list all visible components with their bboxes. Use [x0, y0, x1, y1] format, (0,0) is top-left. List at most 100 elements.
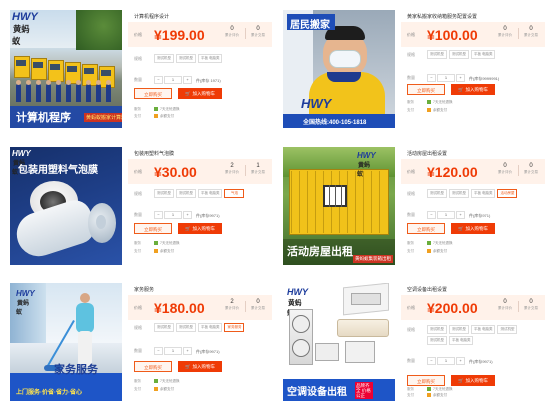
service-label: 服务 [407, 241, 414, 245]
product-card: 居民搬家 HWY黄蚂蚁 全国热线:400-105-1818 黄家私搬家收纳箱服务… [283, 10, 545, 130]
spec-label: 规格 [407, 52, 415, 57]
add-to-cart-button[interactable]: 🛒 加入购物车 [178, 361, 222, 372]
plus-button[interactable]: + [456, 357, 465, 365]
minus-button[interactable]: − [154, 211, 163, 219]
product-card: HWY黄蚂蚁 活动房屋出租 黄蚂蚁集装箱出租 活动房屋出租设置 价格 ¥120.… [283, 147, 545, 267]
buy-now-button[interactable]: 立即购买 [134, 223, 172, 234]
minus-button[interactable]: − [154, 347, 163, 355]
spec-option[interactable]: 测试机型 [449, 50, 469, 59]
spec-option[interactable]: 测试机型 [176, 54, 196, 63]
spec-option[interactable]: 平板 电脑类 [198, 323, 223, 332]
plus-button[interactable]: + [183, 76, 192, 84]
spec-option[interactable]: 测试机型 [154, 323, 174, 332]
spec-options: 测试机型 测试机型 平板 电脑类 测试机型测试机型 平板 电脑类 [427, 325, 537, 347]
add-to-cart-button[interactable]: 🛒 加入购物车 [178, 223, 222, 234]
spec-options: 测试机型 测试机型 平板 电脑类 [427, 50, 537, 61]
spec-option[interactable]: 家务服务 [224, 323, 245, 332]
price-bar: 价格 ¥199.00 0 累计评价 0 累计交易 [128, 22, 272, 47]
buy-now-button[interactable]: 立即购买 [134, 88, 172, 99]
spec-option[interactable]: 活动房屋 [497, 189, 518, 198]
quantity-input[interactable]: 1 [437, 357, 455, 365]
product-banner[interactable]: HWY黄蚂蚁 家务服务 上门服务·价省·省力·省心 [10, 283, 122, 401]
product-title[interactable]: 计算机程序设计 [134, 13, 169, 20]
product-card: HWY黄蚂蚁 包装用塑料气泡膜 包装用塑料气泡膜 价格 ¥30.00 2 累计评价… [10, 147, 272, 267]
add-to-cart-button[interactable]: 🛒 加入购物车 [178, 88, 222, 99]
pay-text: 余额支付 [433, 108, 447, 112]
service-icon [154, 379, 158, 383]
pay-label: 支付 [134, 249, 141, 253]
price-label: 价格 [407, 169, 415, 174]
quantity-input[interactable]: 1 [164, 211, 182, 219]
price-label: 价格 [134, 32, 142, 37]
rating-count: 2 累计评价 [225, 299, 239, 310]
add-to-cart-button[interactable]: 🛒 加入购物车 [451, 375, 495, 386]
spec-option[interactable]: 测试机型 [449, 189, 469, 198]
banner-title: 居民搬家 [290, 20, 330, 31]
price-value: ¥200.00 [427, 300, 478, 316]
buy-now-button[interactable]: 立即购买 [407, 84, 445, 95]
spec-option[interactable]: 测试机型 [154, 54, 174, 63]
stock-text: 件(库存9971) [196, 213, 220, 218]
banner-title: 包装用塑料气泡膜 [18, 165, 98, 176]
spec-option[interactable]: 气泡 [224, 189, 245, 198]
spec-option[interactable]: 测试机型 [176, 189, 196, 198]
plus-button[interactable]: + [183, 211, 192, 219]
spec-option[interactable]: 测试机型 [497, 325, 518, 334]
spec-option[interactable]: 测试机型 [427, 325, 447, 334]
product-title[interactable]: 包装用塑料气泡膜 [134, 150, 174, 157]
pay-text: 余额支付 [433, 393, 447, 397]
cart-icon: 🛒 [457, 226, 464, 231]
product-title[interactable]: 黄家私搬家收纳箱服务配置设置 [407, 13, 477, 20]
spec-option[interactable]: 平板 电脑类 [471, 325, 496, 334]
buy-now-button[interactable]: 立即购买 [407, 223, 445, 234]
spec-option[interactable]: 测试机型 [427, 189, 447, 198]
spec-option[interactable]: 测试机型 [427, 50, 447, 59]
spec-option[interactable]: 平板 电脑类 [449, 336, 474, 345]
service-text: 7天无忧退换 [160, 379, 180, 383]
stock-text: 件(库存9999991) [469, 76, 500, 81]
buy-now-button[interactable]: 立即购买 [134, 361, 172, 372]
product-info: 黄家私搬家收纳箱服务配置设置 价格 ¥100.00 0 累计评价 0 累计交易 规格… [401, 10, 545, 128]
add-to-cart-button[interactable]: 🛒 加入购物车 [451, 223, 495, 234]
product-banner[interactable]: HWY黄蚂蚁 包装用塑料气泡膜 [10, 147, 122, 265]
product-title[interactable]: 家务服务 [134, 286, 154, 293]
minus-button[interactable]: − [154, 76, 163, 84]
minus-button[interactable]: − [427, 211, 436, 219]
spec-option[interactable]: 测试机型 [449, 325, 469, 334]
plus-button[interactable]: + [183, 347, 192, 355]
price-value: ¥120.00 [427, 164, 478, 180]
spec-option[interactable]: 平板 电脑类 [198, 54, 223, 63]
spec-option[interactable]: 测试机型 [176, 323, 196, 332]
product-info: 家务服务 价格 ¥180.00 2 累计评价 0 累计交易 规格 测试机型 测试机型平… [128, 283, 272, 401]
product-banner[interactable]: HWY黄蚂蚁 活动房屋出租 黄蚂蚁集装箱出租 [283, 147, 395, 265]
quantity-input[interactable]: 1 [164, 76, 182, 84]
quantity-input[interactable]: 1 [437, 74, 455, 82]
wallet-icon [154, 114, 158, 118]
plus-button[interactable]: + [456, 74, 465, 82]
minus-button[interactable]: − [427, 74, 436, 82]
spec-option[interactable]: 平板 电脑类 [471, 189, 496, 198]
brand-logo: HWY黄蚂蚁 [12, 11, 38, 46]
minus-button[interactable]: − [427, 357, 436, 365]
add-to-cart-button[interactable]: 🛒 加入购物车 [451, 84, 495, 95]
product-banner[interactable]: HWY黄蚂蚁 计算机程序 黄蚂蚁搬家计算器 [10, 10, 122, 128]
banner-subtitle: 黄蚂蚁搬家计算器 [84, 113, 122, 122]
quantity-input[interactable]: 1 [164, 347, 182, 355]
spec-option[interactable]: 平板 电脑类 [198, 189, 223, 198]
quantity-label: 数量 [407, 75, 415, 80]
service-icon [427, 100, 431, 104]
product-title[interactable]: 空调设备出租设置 [407, 286, 447, 293]
trade-count: 0 累计交易 [251, 26, 265, 37]
trade-count: 0 累计交易 [524, 299, 538, 310]
product-banner[interactable]: 居民搬家 HWY黄蚂蚁 全国热线:400-105-1818 [283, 10, 395, 128]
spec-option[interactable]: 平板 电脑类 [471, 50, 496, 59]
spec-option[interactable]: 测试机型 [154, 189, 174, 198]
plus-button[interactable]: + [456, 211, 465, 219]
buy-now-button[interactable]: 立即购买 [407, 375, 445, 386]
quantity-input[interactable]: 1 [437, 211, 455, 219]
spec-label: 规格 [134, 325, 142, 330]
product-title[interactable]: 活动房屋出租设置 [407, 150, 447, 157]
banner-title: 空调设备出租 [287, 387, 347, 398]
spec-option[interactable]: 测试机型 [427, 336, 447, 345]
product-banner[interactable]: HWY黄蚂蚁 空调设备出租 品牌齐全 价格公正 [283, 283, 395, 401]
